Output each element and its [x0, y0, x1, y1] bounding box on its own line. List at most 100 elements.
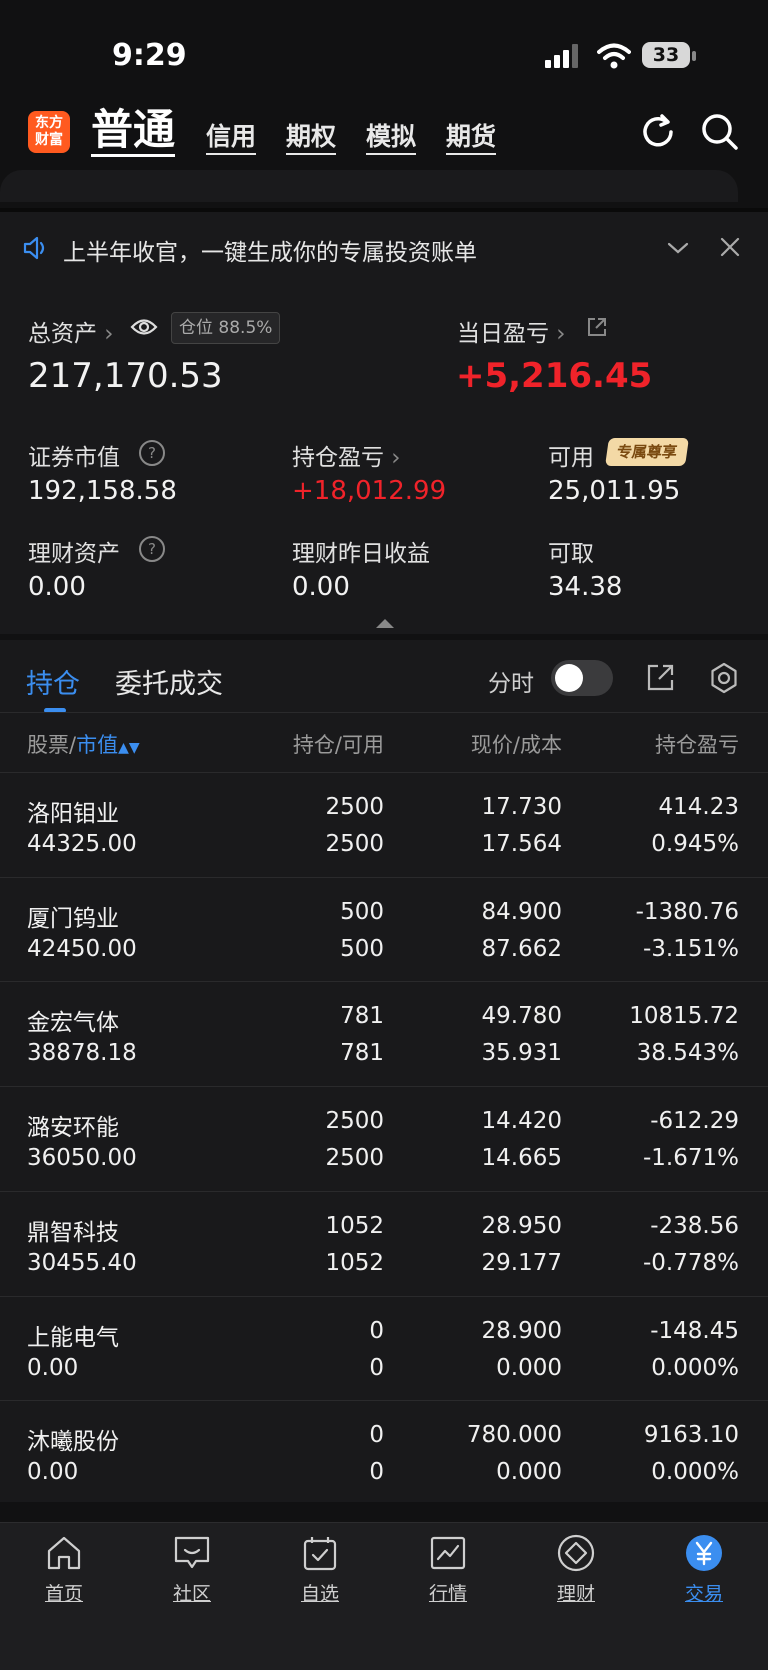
wealth-yesterday-label: 理财昨日收益 — [292, 541, 430, 567]
tab-futures[interactable]: 期货 — [446, 121, 497, 155]
wealth-assets-label: 理财资产 — [28, 541, 120, 567]
nav-label: 自选 — [300, 1583, 339, 1605]
current-price: 49.780 — [481, 1003, 562, 1030]
holding-pnl-pct: 0.000% — [651, 1459, 739, 1486]
holding-qty: 0 — [369, 1422, 384, 1449]
column-stock-market-value[interactable]: 股票/市值▲▼ — [27, 729, 140, 759]
column-holding-pnl[interactable]: 持仓盈亏 — [655, 729, 739, 759]
available-qty: 1052 — [325, 1249, 384, 1276]
holding-pnl: 9163.10 — [643, 1422, 739, 1449]
chevron-down-icon[interactable] — [664, 236, 692, 260]
nav-community[interactable]: 社区 — [147, 1533, 237, 1606]
holdings-column-header: 股票/市值▲▼ 持仓/可用 现价/成本 持仓盈亏 — [0, 712, 768, 773]
cost-price: 14.665 — [481, 1145, 562, 1172]
timeshare-toggle[interactable] — [551, 660, 613, 696]
current-price: 780.000 — [466, 1422, 562, 1449]
available-qty: 0 — [369, 1459, 384, 1486]
column-price-cost[interactable]: 现价/成本 — [471, 729, 562, 759]
holding-pnl-pct: -1.671% — [643, 1145, 739, 1172]
holding-pnl-pct: 0.000% — [651, 1354, 739, 1381]
nav-label: 交易 — [684, 1583, 723, 1605]
holding-pnl: -1380.76 — [635, 898, 739, 925]
community-icon — [174, 1536, 210, 1569]
withdrawable-label: 可取 — [548, 541, 594, 567]
market-value: 0.00 — [27, 1459, 79, 1486]
holding-pnl: 10815.72 — [629, 1003, 739, 1030]
cost-price: 87.662 — [481, 935, 562, 962]
available-qty: 2500 — [325, 831, 384, 857]
eye-icon[interactable] — [130, 316, 158, 338]
holding-row[interactable]: 潞安环能 36050.00 2500 2500 14.420 14.665 -612.29 -… — [0, 1086, 768, 1191]
tab-positions[interactable]: 持仓 — [26, 662, 80, 701]
holding-pnl-pct: -0.778% — [643, 1249, 739, 1276]
tab-normal-account[interactable]: 普通 — [91, 106, 176, 157]
collapse-arrow-icon[interactable] — [376, 619, 394, 628]
current-price: 14.420 — [481, 1108, 562, 1135]
current-price: 17.730 — [481, 794, 562, 820]
available-label: 可用 — [548, 445, 594, 471]
stock-name: 鼎智科技 — [27, 1219, 119, 1246]
holding-row[interactable]: 鼎智科技 30455.40 1052 1052 28.950 29.177 -238.56 -… — [0, 1190, 768, 1296]
cost-price: 0.000 — [496, 1354, 562, 1381]
help-icon[interactable]: ? — [139, 536, 165, 562]
timeshare-label: 分时 — [488, 671, 534, 697]
holding-pnl-label[interactable]: 持仓盈亏 › — [292, 438, 401, 472]
holding-row[interactable]: 厦门钨业 42450.00 500 500 84.900 87.662 -1380.76 -3… — [0, 876, 768, 982]
holding-qty: 2500 — [325, 1108, 384, 1135]
refresh-icon[interactable] — [638, 112, 678, 152]
available-qty: 781 — [340, 1040, 384, 1067]
holding-row[interactable]: 金宏气体 38878.18 781 781 49.780 35.931 10815.72 38… — [0, 981, 768, 1086]
holding-pnl-pct: 38.543% — [636, 1040, 739, 1067]
header-strip — [0, 170, 738, 202]
cost-price: 17.564 — [481, 831, 562, 857]
position-ratio-badge: 仓位 88.5% — [171, 312, 281, 344]
tab-orders[interactable]: 委托成交 — [115, 662, 223, 701]
share-icon[interactable] — [646, 662, 676, 692]
market-value: 42450.00 — [27, 935, 137, 962]
wealth-icon — [557, 1534, 595, 1572]
nav-wealth[interactable]: 理财 — [531, 1533, 621, 1606]
cost-price: 35.931 — [481, 1040, 562, 1067]
holding-pnl: 414.23 — [658, 794, 739, 820]
gear-icon[interactable] — [708, 662, 740, 694]
cellular-signal-icon — [545, 44, 578, 68]
home-icon — [47, 1536, 81, 1570]
sort-icon: ▲▼ — [118, 740, 140, 756]
stock-name: 沐曦股份 — [27, 1429, 119, 1456]
market-value: 0.00 — [27, 1354, 79, 1381]
nav-trade[interactable]: 交易 — [659, 1533, 749, 1606]
tab-credit[interactable]: 信用 — [206, 121, 257, 155]
column-holding-available[interactable]: 持仓/可用 — [293, 729, 384, 759]
holding-pnl-value: +18,012.99 — [292, 476, 447, 506]
close-icon[interactable] — [717, 234, 743, 260]
daily-pnl-value: +5,216.45 — [456, 356, 653, 396]
nav-market[interactable]: 行情 — [403, 1533, 493, 1606]
nav-home[interactable]: 首页 — [19, 1533, 109, 1606]
holding-row[interactable]: 洛阳钼业 44325.00 2500 2500 17.730 17.564 414.23 0.… — [0, 772, 768, 877]
total-assets-label[interactable]: 总资产 › — [28, 314, 114, 348]
holding-qty: 781 — [340, 1003, 384, 1030]
nav-label: 首页 — [44, 1583, 83, 1605]
asset-summary: 总资产 › 仓位 88.5% 217,170.53 当日盈亏 › +5,216.… — [0, 286, 768, 634]
tab-simulation[interactable]: 模拟 — [366, 121, 417, 155]
stock-name: 上能电气 — [27, 1324, 119, 1351]
status-time: 9:29 — [112, 38, 187, 73]
nav-label: 行情 — [428, 1583, 467, 1605]
holdings-panel: 持仓 委托成交 分时 股票/市值▲▼ 持仓/可用 现价/成本 持仓盈亏 洛阳钼业… — [0, 640, 768, 1502]
search-icon[interactable] — [700, 112, 740, 152]
external-link-icon[interactable] — [586, 316, 608, 338]
holding-row[interactable]: 上能电气 0.00 0 0 28.900 0.000 -148.45 0.000% — [0, 1295, 768, 1401]
nav-watchlist[interactable]: 自选 — [275, 1533, 365, 1606]
securities-value-label: 证券市值 — [28, 445, 120, 471]
exclusive-badge[interactable]: 专属尊享 — [605, 438, 689, 466]
stock-name: 洛阳钼业 — [27, 801, 119, 827]
app-logo: 东方 财富 — [28, 111, 70, 153]
tab-options[interactable]: 期权 — [286, 121, 337, 155]
daily-pnl-label[interactable]: 当日盈亏 › — [457, 314, 566, 348]
holding-qty: 1052 — [325, 1212, 384, 1239]
holding-row[interactable]: 沐曦股份 0.00 0 0 780.000 0.000 9163.10 0.000% — [0, 1400, 768, 1505]
wealth-assets-value: 0.00 — [28, 572, 86, 602]
current-price: 84.900 — [481, 898, 562, 925]
help-icon[interactable]: ? — [139, 440, 165, 466]
notice-banner[interactable]: 上半年收官，一键生成你的专属投资账单 — [0, 208, 768, 290]
